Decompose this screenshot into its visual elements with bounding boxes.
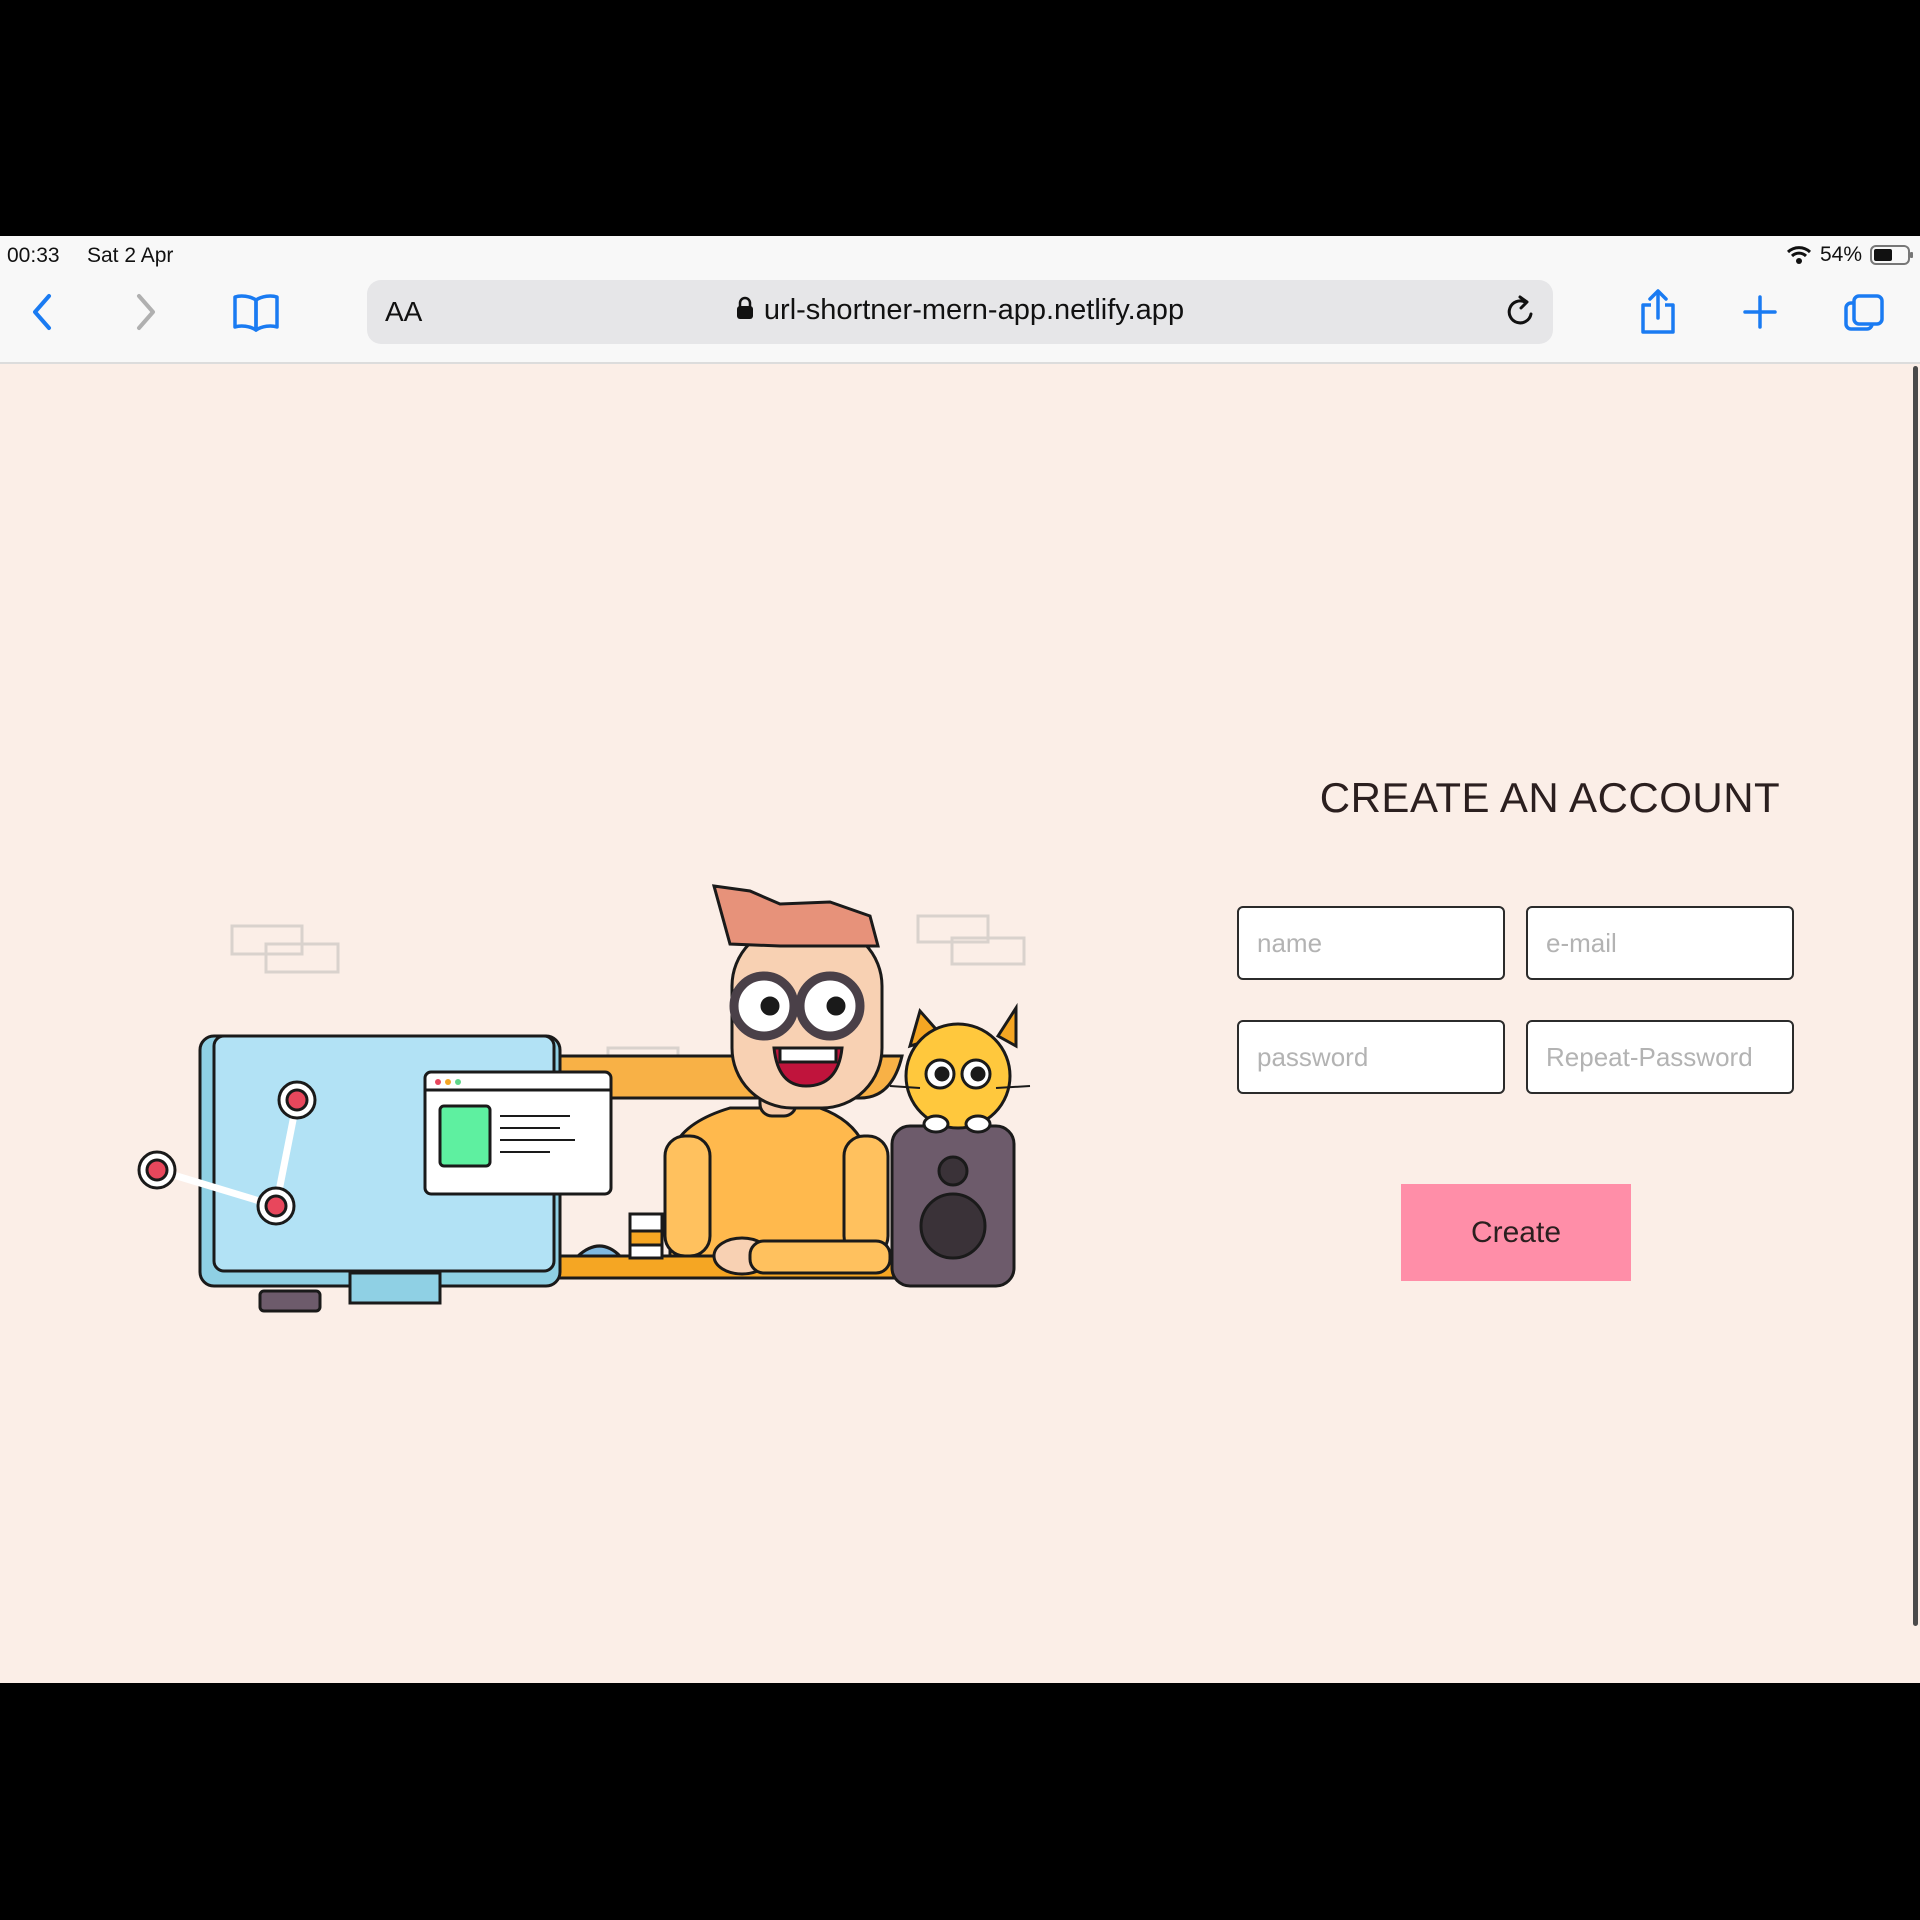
- page-scrollbar[interactable]: [1913, 366, 1918, 1626]
- browser-chrome: 00:33 Sat 2 Apr 54% AA url-shortner-mern…: [0, 236, 1920, 364]
- forward-button[interactable]: [118, 284, 174, 340]
- cat: [889, 1002, 1031, 1134]
- password-field[interactable]: [1237, 1020, 1505, 1094]
- repeat-password-field[interactable]: [1526, 1020, 1794, 1094]
- lock-icon: [736, 297, 753, 320]
- chevron-right-icon: [137, 294, 155, 330]
- developer-illustration: [137, 884, 1031, 1313]
- desk-items: [574, 1212, 664, 1260]
- share-icon: [1641, 289, 1675, 334]
- status-date: Sat 2 Apr: [87, 244, 174, 267]
- chevron-left-icon: [33, 294, 51, 330]
- reload-icon[interactable]: [1503, 294, 1539, 330]
- new-tab-button[interactable]: [1732, 284, 1788, 340]
- url-text: url-shortner-mern-app.netlify.app: [763, 294, 1185, 326]
- wifi-icon: [1786, 246, 1811, 264]
- create-button[interactable]: Create: [1401, 1184, 1631, 1281]
- tabs-overview-button[interactable]: [1836, 284, 1892, 340]
- tabs-icon: [1844, 294, 1884, 331]
- status-indicators: 54%: [1786, 242, 1914, 268]
- status-time: 00:33: [7, 244, 60, 267]
- plus-icon: [1743, 295, 1777, 329]
- back-button[interactable]: [14, 284, 70, 340]
- address-bar[interactable]: AA url-shortner-mern-app.netlify.app: [367, 280, 1553, 344]
- battery-percent: 54%: [1819, 243, 1862, 266]
- browser-window-card: [423, 1070, 613, 1196]
- battery-icon: [1870, 245, 1913, 265]
- bookmarks-button[interactable]: [228, 284, 284, 340]
- name-field[interactable]: [1237, 906, 1505, 980]
- url-display[interactable]: url-shortner-mern-app.netlify.app: [367, 294, 1553, 327]
- book-icon: [233, 294, 279, 332]
- form-title: CREATE AN ACCOUNT: [1319, 774, 1781, 821]
- ipad-screen: 00:33 Sat 2 Apr 54% AA url-shortner-mern…: [0, 236, 1920, 1683]
- share-button[interactable]: [1630, 284, 1686, 340]
- speaker: [890, 1124, 1016, 1288]
- email-field[interactable]: [1526, 906, 1794, 980]
